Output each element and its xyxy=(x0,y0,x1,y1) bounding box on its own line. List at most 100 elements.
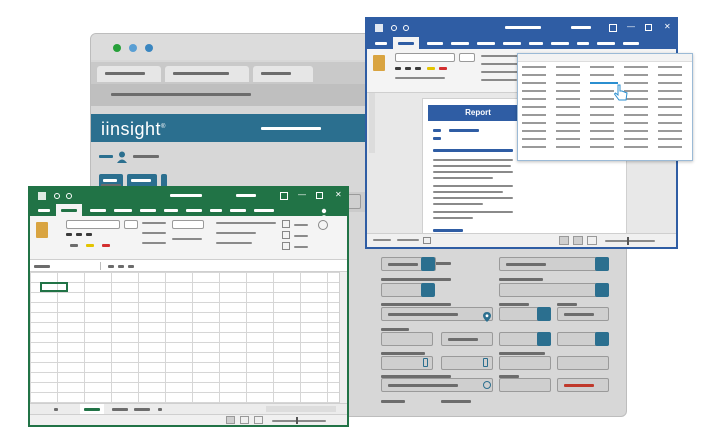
vertical-scrollbar[interactable] xyxy=(339,272,347,403)
popup-list-item[interactable] xyxy=(590,130,614,132)
paste-icon[interactable] xyxy=(373,55,385,71)
paste-icon[interactable] xyxy=(36,222,48,238)
popup-list-item[interactable] xyxy=(522,74,546,76)
chevron-down-icon[interactable] xyxy=(595,283,609,297)
user-icon[interactable] xyxy=(117,150,127,163)
user-icon[interactable] xyxy=(320,205,328,218)
popup-list-item[interactable] xyxy=(522,82,546,84)
print-layout-icon[interactable] xyxy=(573,236,583,245)
window-dot-green[interactable] xyxy=(113,44,121,52)
close-icon[interactable]: ✕ xyxy=(335,191,342,199)
form-field[interactable] xyxy=(441,332,493,346)
popup-list-item[interactable] xyxy=(522,90,546,92)
popup-list-item[interactable] xyxy=(590,66,614,68)
popup-list-item[interactable] xyxy=(658,138,682,140)
popup-list-item[interactable] xyxy=(658,114,682,116)
page-layout-icon[interactable] xyxy=(240,416,249,424)
window-dot-blue-2[interactable] xyxy=(145,44,153,52)
maximize-icon[interactable] xyxy=(316,192,323,199)
popup-list-item[interactable] xyxy=(590,106,614,108)
form-field[interactable] xyxy=(499,257,609,271)
popup-list-item[interactable] xyxy=(624,106,648,108)
font-size-dropdown[interactable] xyxy=(459,53,475,62)
popup-list-item[interactable] xyxy=(624,146,648,148)
popup-list-item[interactable] xyxy=(522,66,546,68)
zoom-slider[interactable] xyxy=(627,237,629,245)
undo-icon[interactable] xyxy=(54,193,60,199)
save-icon[interactable] xyxy=(38,192,46,200)
popup-list-item[interactable] xyxy=(522,146,546,148)
popup-list-item[interactable] xyxy=(624,138,648,140)
ribbon-display-icon[interactable] xyxy=(280,192,288,200)
popup-list-item[interactable] xyxy=(556,82,580,84)
chevron-down-icon[interactable] xyxy=(421,257,435,271)
redo-icon[interactable] xyxy=(403,25,409,31)
font-name-dropdown[interactable] xyxy=(395,53,455,62)
browser-tab[interactable] xyxy=(165,66,249,82)
form-field[interactable] xyxy=(557,378,609,392)
proofing-icon[interactable] xyxy=(423,237,431,244)
popup-list-item[interactable] xyxy=(590,90,614,92)
popup-list-item[interactable] xyxy=(522,98,546,100)
popup-list-item[interactable] xyxy=(658,82,682,84)
formula-bar[interactable] xyxy=(30,260,347,272)
delete-cells-icon[interactable] xyxy=(282,231,290,239)
form-field[interactable] xyxy=(499,378,551,392)
popup-list-item[interactable] xyxy=(658,122,682,124)
popup-list-item[interactable] xyxy=(658,98,682,100)
popup-list-item[interactable] xyxy=(556,98,580,100)
popup-list-item[interactable] xyxy=(624,66,648,68)
brand-logo[interactable]: iinsight® xyxy=(101,119,166,140)
form-field[interactable] xyxy=(499,283,609,297)
close-icon[interactable]: ✕ xyxy=(664,23,671,31)
ribbon-display-icon[interactable] xyxy=(609,24,617,32)
popup-list-item[interactable] xyxy=(658,66,682,68)
format-cells-icon[interactable] xyxy=(282,242,290,250)
popup-list-item[interactable] xyxy=(590,74,614,76)
popup-list-item[interactable] xyxy=(624,122,648,124)
popup-list-item[interactable] xyxy=(624,114,648,116)
popup-list-item[interactable] xyxy=(522,122,546,124)
popup-list-item[interactable] xyxy=(556,114,580,116)
redo-icon[interactable] xyxy=(66,193,72,199)
font-name-dropdown[interactable] xyxy=(66,220,120,229)
popup-list-item[interactable] xyxy=(590,146,614,148)
insert-cells-icon[interactable] xyxy=(282,220,290,228)
popup-list-item[interactable] xyxy=(590,122,614,124)
find-icon[interactable] xyxy=(318,220,328,230)
form-field[interactable] xyxy=(499,356,551,370)
popup-list-item[interactable] xyxy=(624,130,648,132)
popup-list-item[interactable] xyxy=(522,106,546,108)
email-icon[interactable] xyxy=(483,381,491,389)
form-field[interactable] xyxy=(557,307,609,321)
chevron-down-icon[interactable] xyxy=(421,283,435,297)
popup-list-item[interactable] xyxy=(658,90,682,92)
number-format-dropdown[interactable] xyxy=(172,220,204,229)
chevron-down-icon[interactable] xyxy=(595,332,609,346)
popup-list-item[interactable] xyxy=(590,98,614,100)
save-icon[interactable] xyxy=(375,24,383,32)
popup-list-item[interactable] xyxy=(556,146,580,148)
selected-cell[interactable] xyxy=(40,282,68,292)
popup-list-item[interactable] xyxy=(590,114,614,116)
popup-list-item[interactable] xyxy=(658,130,682,132)
form-field[interactable] xyxy=(557,356,609,370)
normal-view-icon[interactable] xyxy=(226,416,235,424)
popup-list-item[interactable] xyxy=(658,74,682,76)
phone-icon[interactable] xyxy=(423,358,428,367)
popup-list-item[interactable] xyxy=(556,66,580,68)
window-dot-blue[interactable] xyxy=(129,44,137,52)
undo-icon[interactable] xyxy=(391,25,397,31)
popup-list-item[interactable] xyxy=(556,130,580,132)
popup-list-item[interactable] xyxy=(556,122,580,124)
field-picker-popup[interactable] xyxy=(517,53,693,161)
ribbon-tab-active[interactable] xyxy=(56,204,82,216)
popup-list-item[interactable] xyxy=(590,138,614,140)
ribbon-tab-active[interactable] xyxy=(393,37,419,49)
spreadsheet-grid[interactable] xyxy=(30,272,339,403)
location-pin-icon[interactable] xyxy=(483,309,491,327)
sheet-tab-active[interactable] xyxy=(80,404,104,414)
chevron-down-icon[interactable] xyxy=(537,332,551,346)
browser-tab[interactable] xyxy=(97,66,161,82)
popup-list-item[interactable] xyxy=(658,146,682,148)
